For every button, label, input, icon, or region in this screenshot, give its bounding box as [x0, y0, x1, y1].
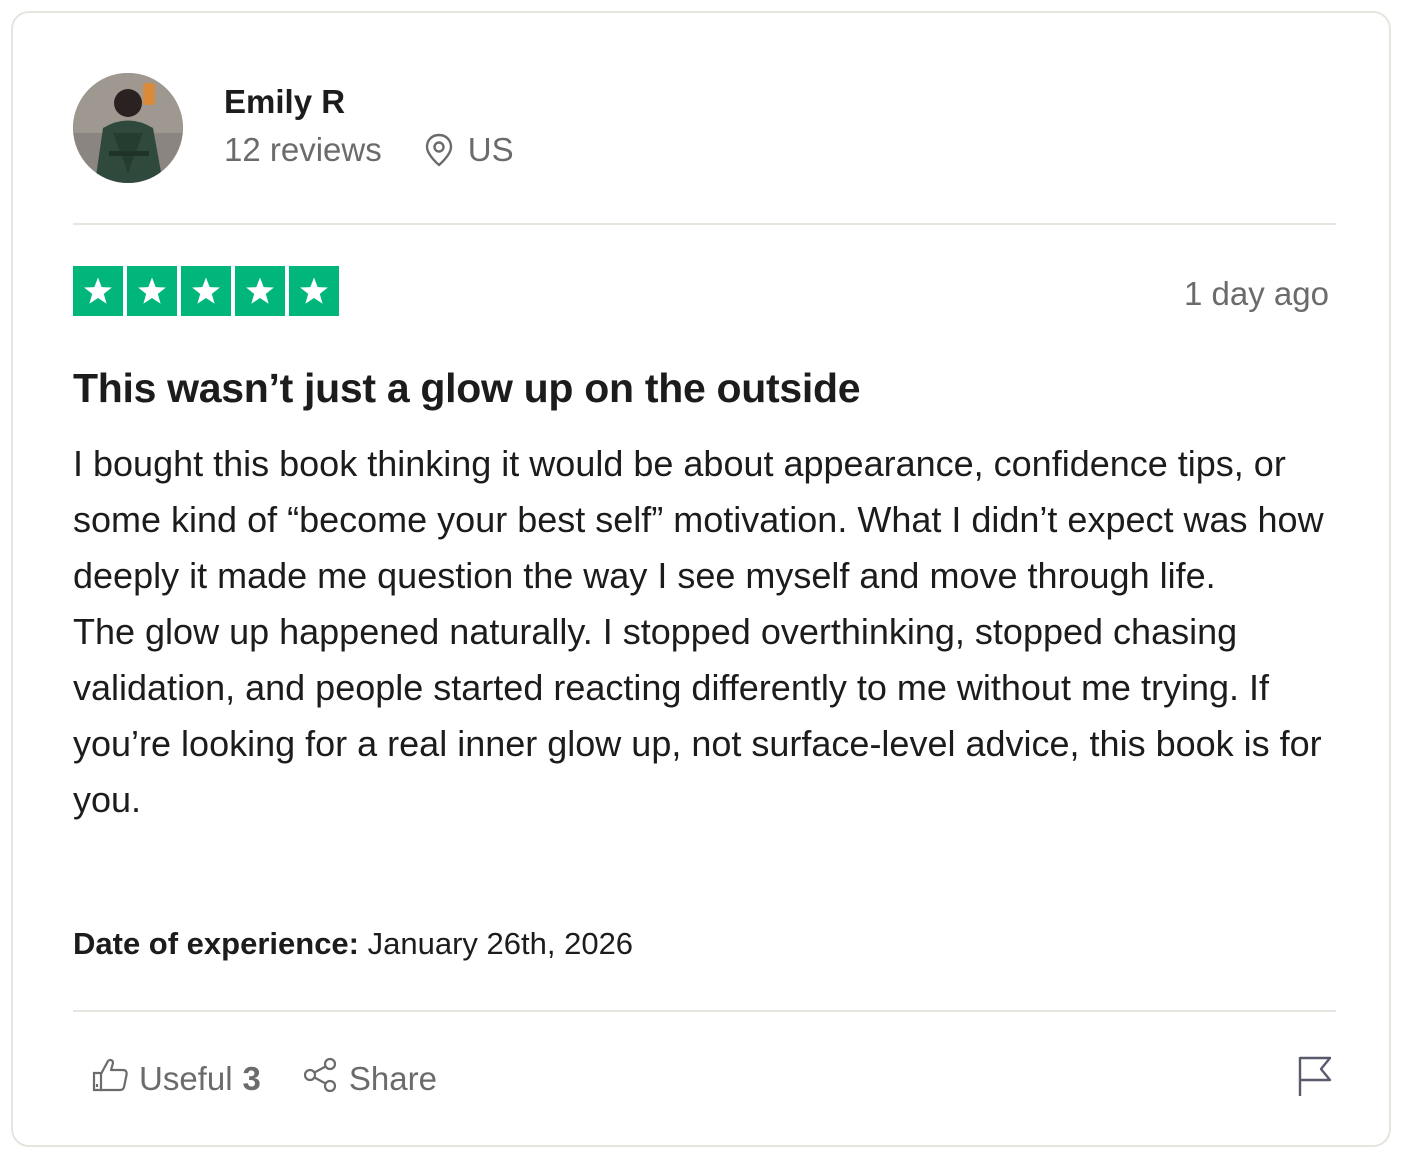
review-body: I bought this book thinking it would be … [73, 436, 1343, 828]
share-button[interactable]: Share [303, 1057, 437, 1101]
date-of-experience: Date of experience: January 26th, 2026 [73, 926, 633, 962]
avatar[interactable] [73, 73, 183, 183]
star-icon [235, 266, 285, 316]
review-paragraph: The glow up happened naturally. I stoppe… [73, 611, 1322, 820]
location-pin-icon [424, 133, 454, 167]
review-card: Emily R 12 reviews US 1 day ago This was… [11, 11, 1391, 1147]
reviewer-name[interactable]: Emily R [224, 83, 345, 121]
star-icon [289, 266, 339, 316]
divider [73, 223, 1336, 225]
avatar-image [73, 73, 183, 183]
useful-label: Useful [139, 1060, 233, 1097]
report-flag-button[interactable] [1297, 1055, 1333, 1102]
star-icon [127, 266, 177, 316]
review-paragraph: I bought this book thinking it would be … [73, 443, 1324, 596]
reviewer-country: US [467, 131, 514, 168]
reviewer-meta: 12 reviews US [224, 131, 514, 169]
share-label: Share [348, 1060, 437, 1097]
experience-label: Date of experience: [73, 926, 359, 961]
divider [73, 1010, 1336, 1012]
experience-date: January 26th, 2026 [367, 926, 634, 961]
useful-count: 3 [242, 1060, 261, 1097]
review-title[interactable]: This wasn’t just a glow up on the outsid… [73, 365, 861, 412]
thumbs-up-icon [91, 1057, 139, 1101]
review-actions: Useful 3 Share [91, 1057, 437, 1101]
useful-button[interactable]: Useful 3 [91, 1057, 261, 1101]
share-icon [303, 1057, 349, 1101]
flag-icon [1297, 1056, 1333, 1101]
review-count: 12 reviews [224, 131, 382, 168]
star-icon [73, 266, 123, 316]
star-icon [181, 266, 231, 316]
review-posted-date: 1 day ago [1184, 275, 1329, 312]
star-rating [73, 266, 339, 316]
